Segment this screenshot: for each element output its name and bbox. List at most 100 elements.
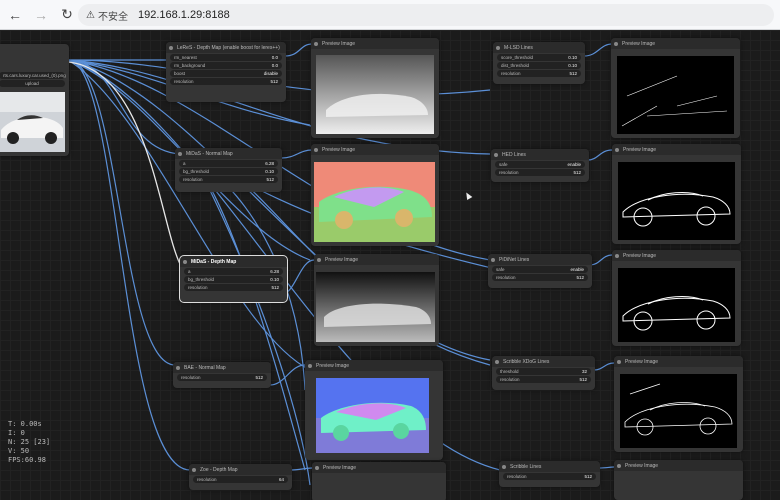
scribble-xdog-widget-1[interactable]: threshold 32 bbox=[496, 368, 591, 375]
preview-midas-normal-node[interactable]: Preview Image bbox=[311, 144, 439, 246]
midas-depth-widget-2[interactable]: bg_threshold 0.10 bbox=[184, 276, 283, 283]
leres-widget-3[interactable]: boost disable bbox=[170, 70, 282, 77]
hed-title[interactable]: HED Lines bbox=[491, 149, 589, 160]
preview-title[interactable]: Preview Image bbox=[311, 38, 439, 49]
filename-widget[interactable]: rts.cars.luxury.car.used_(0).png bbox=[0, 72, 66, 79]
security-label[interactable]: 不安全 bbox=[98, 8, 128, 23]
bae-normal-widget-1[interactable]: resolution 512 bbox=[177, 374, 267, 381]
load-image-node[interactable]: rts.cars.luxury.car.used_(0).png upload bbox=[0, 44, 69, 156]
reload-icon[interactable]: ↻ bbox=[56, 4, 78, 26]
hed-widget-1[interactable]: safe enable bbox=[495, 161, 585, 168]
node-canvas[interactable]: rts.cars.luxury.car.used_(0).png upload … bbox=[0, 30, 780, 500]
collapse-dot-icon[interactable] bbox=[192, 467, 196, 472]
leres-title[interactable]: LeReS - Depth Map (enable boost for lere… bbox=[166, 42, 286, 53]
mlsd-widget-3[interactable]: resolution 512 bbox=[497, 70, 581, 77]
mlsd-title[interactable]: M-LSD Lines bbox=[493, 42, 585, 53]
widget-label: resolution bbox=[181, 375, 201, 380]
scribble-xdog-node[interactable]: Scribble XDoG Lines threshold 32 resoluti… bbox=[492, 356, 595, 390]
preview-title[interactable]: Preview Image bbox=[612, 144, 741, 155]
preview-title[interactable]: Preview Image bbox=[611, 38, 740, 49]
url-text[interactable]: 192.168.1.29:8188 bbox=[138, 9, 230, 21]
widget-label: resolution bbox=[183, 177, 203, 182]
bae-normal-title[interactable]: BAE - Normal Map bbox=[173, 362, 271, 373]
widget-value: 6.28 bbox=[265, 161, 274, 166]
zoe-depth-node[interactable]: Zoe - Depth Map resolution 64 bbox=[189, 464, 292, 490]
collapse-dot-icon[interactable] bbox=[617, 359, 621, 364]
address-bar[interactable]: ⚠ 不安全 192.168.1.29:8188 bbox=[78, 4, 774, 26]
scribble-xdog-title[interactable]: Scribble XDoG Lines bbox=[492, 356, 595, 367]
scribble-xdog-widget-2[interactable]: resolution 512 bbox=[496, 376, 591, 383]
preview-pidinet-node[interactable]: Preview Image bbox=[612, 250, 741, 346]
preview-title[interactable]: Preview Image bbox=[311, 144, 439, 155]
preview-mlsd-node[interactable]: Preview Image bbox=[611, 38, 740, 138]
leres-depth-node[interactable]: LeReS - Depth Map (enable boost for lere… bbox=[166, 42, 286, 102]
preview-title[interactable]: Preview Image bbox=[614, 356, 743, 367]
preview-bae-node[interactable]: Preview Image bbox=[305, 360, 443, 460]
mlsd-widget-2[interactable]: dist_threshold 0.10 bbox=[497, 62, 581, 69]
collapse-dot-icon[interactable] bbox=[615, 147, 619, 152]
collapse-dot-icon[interactable] bbox=[308, 363, 312, 368]
midas-depth-title[interactable]: MiDaS - Depth Map bbox=[180, 256, 287, 267]
zoe-depth-title[interactable]: Zoe - Depth Map bbox=[189, 464, 292, 475]
mlsd-lines-node[interactable]: M-LSD Lines score_threshold 0.10 dist_thr… bbox=[493, 42, 585, 84]
preview-leres-node[interactable]: Preview Image bbox=[311, 38, 439, 138]
midas-normal-widget-1[interactable]: a 6.28 bbox=[179, 160, 278, 167]
collapse-dot-icon[interactable] bbox=[178, 151, 182, 156]
midas-normal-node[interactable]: MiDaS - Normal Map a 6.28 bg_threshold 0.1… bbox=[175, 148, 282, 192]
collapse-dot-icon[interactable] bbox=[494, 152, 498, 157]
pidinet-widget-2[interactable]: resolution 512 bbox=[492, 274, 588, 281]
hed-widget-2[interactable]: resolution 512 bbox=[495, 169, 585, 176]
leres-widget-4[interactable]: resolution 512 bbox=[170, 78, 282, 85]
preview-title[interactable]: Preview Image bbox=[614, 460, 743, 471]
pidinet-widget-1[interactable]: safe enable bbox=[492, 266, 588, 273]
scribble-title[interactable]: Scribble Lines bbox=[499, 461, 600, 472]
midas-normal-widget-3[interactable]: resolution 512 bbox=[179, 176, 278, 183]
mlsd-widget-1[interactable]: score_threshold 0.10 bbox=[497, 54, 581, 61]
upload-button[interactable]: upload bbox=[0, 80, 65, 87]
forward-icon[interactable]: → bbox=[30, 4, 52, 26]
collapse-dot-icon[interactable] bbox=[176, 365, 180, 370]
warning-icon[interactable]: ⚠ bbox=[86, 10, 95, 21]
leres-widget-1[interactable]: rm_nearest 0.0 bbox=[170, 54, 282, 61]
leres-widget-2[interactable]: rm_background 0.0 bbox=[170, 62, 282, 69]
collapse-dot-icon[interactable] bbox=[615, 253, 619, 258]
collapse-dot-icon[interactable] bbox=[314, 147, 318, 152]
widget-value: enable bbox=[570, 267, 584, 272]
collapse-dot-icon[interactable] bbox=[617, 463, 621, 468]
preview-title[interactable]: Preview Image bbox=[312, 462, 446, 473]
collapse-dot-icon[interactable] bbox=[495, 359, 499, 364]
collapse-dot-icon[interactable] bbox=[314, 41, 318, 46]
collapse-dot-icon[interactable] bbox=[317, 257, 321, 262]
scribble-widget-1[interactable]: resolution 512 bbox=[503, 473, 596, 480]
pidinet-lines-node[interactable]: PiDiNet Lines safe enable resolution 512 bbox=[488, 254, 592, 288]
preview-zoe-node[interactable]: Preview Image bbox=[312, 462, 446, 500]
preview-scribble-node[interactable]: Preview Image bbox=[614, 460, 743, 500]
filename-value: rts.cars.luxury.car.used_(0).png bbox=[3, 73, 66, 78]
midas-depth-node[interactable]: MiDaS - Depth Map a 6.28 bg_threshold 0.10… bbox=[179, 255, 288, 303]
widget-label: resolution bbox=[499, 170, 519, 175]
scribble-lines-node[interactable]: Scribble Lines resolution 512 bbox=[499, 461, 600, 487]
preview-title[interactable]: Preview Image bbox=[612, 250, 741, 261]
zoe-depth-widget-1[interactable]: resolution 64 bbox=[193, 476, 288, 483]
back-icon[interactable]: ← bbox=[4, 4, 26, 26]
collapse-dot-icon[interactable] bbox=[315, 465, 319, 470]
pidinet-title[interactable]: PiDiNet Lines bbox=[488, 254, 592, 265]
preview-xdog-node[interactable]: Preview Image bbox=[614, 356, 743, 452]
midas-normal-title[interactable]: MiDaS - Normal Map bbox=[175, 148, 282, 159]
preview-midas-depth-node[interactable]: Preview Image bbox=[314, 254, 439, 346]
hed-lines-node[interactable]: HED Lines safe enable resolution 512 bbox=[491, 149, 589, 182]
preview-title[interactable]: Preview Image bbox=[314, 254, 439, 265]
preview-title[interactable]: Preview Image bbox=[305, 360, 443, 371]
collapse-dot-icon[interactable] bbox=[491, 257, 495, 262]
collapse-dot-icon[interactable] bbox=[169, 45, 173, 50]
widget-label: boost bbox=[174, 71, 186, 76]
bae-normal-node[interactable]: BAE - Normal Map resolution 512 bbox=[173, 362, 271, 388]
collapse-dot-icon[interactable] bbox=[614, 41, 618, 46]
preview-hed-node[interactable]: Preview Image bbox=[612, 144, 741, 244]
collapse-dot-icon[interactable] bbox=[502, 464, 506, 469]
collapse-dot-icon[interactable] bbox=[183, 259, 187, 264]
midas-depth-widget-3[interactable]: resolution 512 bbox=[184, 284, 283, 291]
collapse-dot-icon[interactable] bbox=[496, 45, 500, 50]
midas-normal-widget-2[interactable]: bg_threshold 0.10 bbox=[179, 168, 278, 175]
midas-depth-widget-1[interactable]: a 6.28 bbox=[184, 268, 283, 275]
